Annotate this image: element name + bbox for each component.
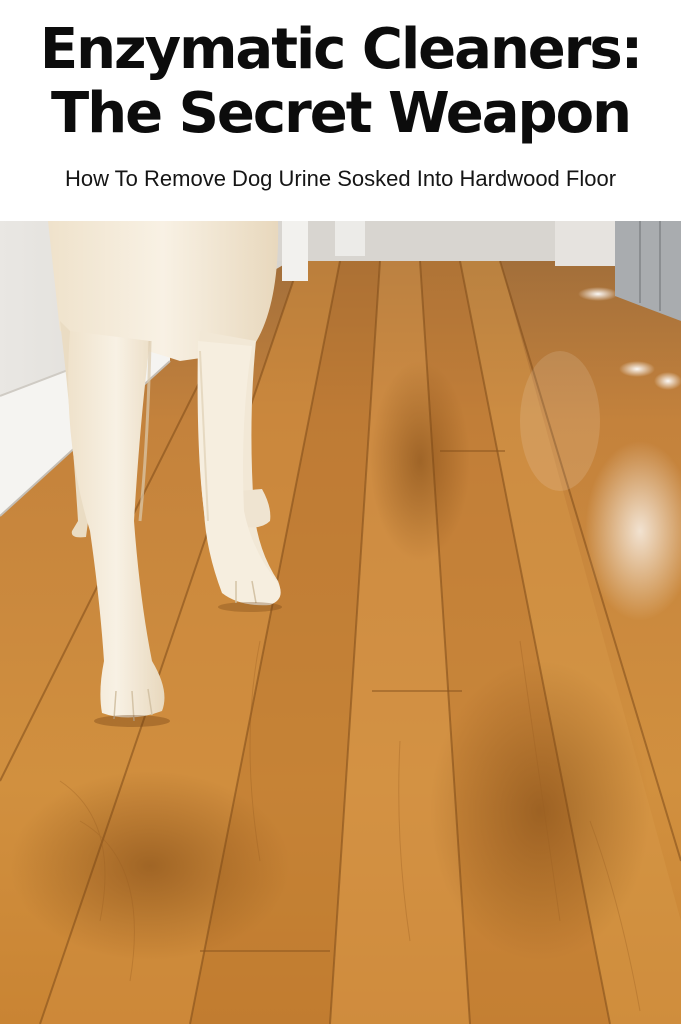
title-line-2: The Secret Weapon bbox=[51, 81, 632, 146]
title-line-1: Enzymatic Cleaners: bbox=[39, 17, 643, 82]
subtitle: How To Remove Dog Urine Sosked Into Hard… bbox=[64, 166, 617, 191]
dog-on-hardwood-floor-photo bbox=[0, 221, 681, 1024]
page-title: Enzymatic Cleaners: The Secret Weapon bbox=[0, 18, 681, 146]
title-banner: Enzymatic Cleaners: The Secret Weapon Ho… bbox=[0, 0, 681, 221]
